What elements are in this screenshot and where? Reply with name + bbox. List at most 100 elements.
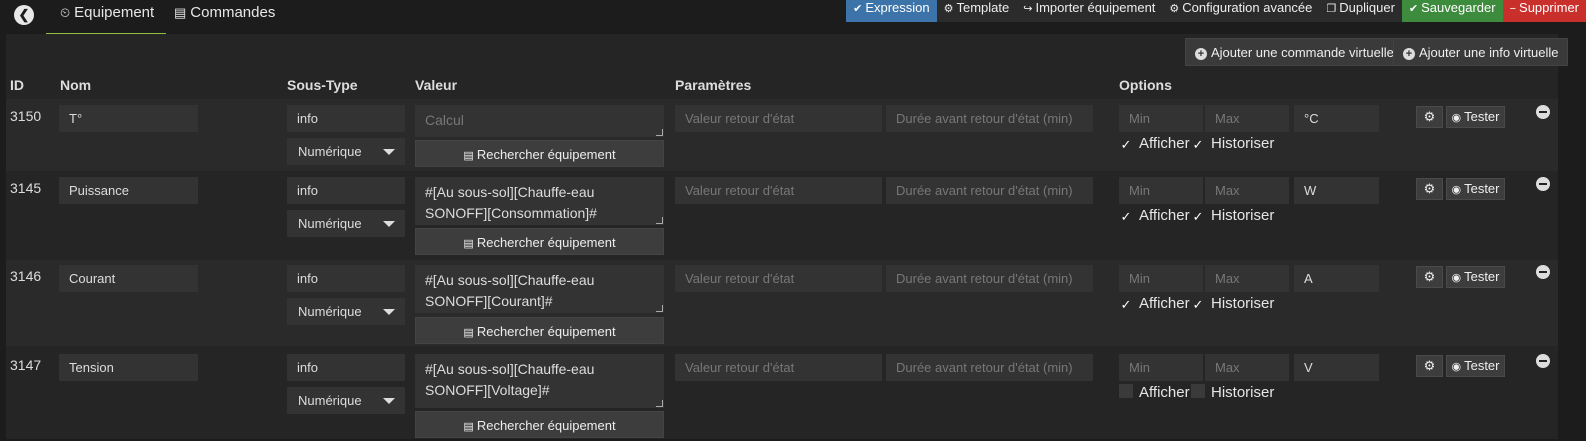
afficher-checkbox[interactable]: ✓ Afficher [1119,207,1190,224]
historiser-checkbox[interactable]: ✓ Historiser [1191,295,1275,312]
select-value: Numérique [298,144,362,159]
button-label: Template [956,0,1010,15]
configure-button[interactable]: ⚙ [1416,106,1443,128]
value-textarea[interactable]: #[Au sous-sol][Chauffe-eau SONOFF][Volta… [415,354,664,408]
template-button[interactable]: ⚙ Template [936,0,1017,22]
checkbox-label: Afficher [1139,295,1190,312]
max-field[interactable]: Max [1205,265,1289,292]
return-delay-field[interactable]: Durée avant retour d'état (min) [886,105,1093,132]
type-field[interactable]: info [287,177,405,204]
rechercher-equipement-button[interactable]: ▤ Rechercher équipement [415,140,664,167]
header-valeur: Valeur [415,77,458,93]
remove-row-icon[interactable] [1536,177,1550,191]
min-field[interactable]: Min [1119,105,1203,132]
tab-equipement[interactable]: ⏲ Equipement [46,0,166,34]
type-field[interactable]: info [287,105,405,132]
rss-icon: ◉ [1451,112,1462,124]
unit-field[interactable]: W [1294,177,1379,204]
name-field[interactable]: T° [59,105,198,132]
historiser-checkbox[interactable]: Historiser [1191,384,1274,401]
configuration-avancee-button[interactable]: ⚙ Configuration avancée [1162,0,1320,22]
configure-button[interactable]: ⚙ [1416,266,1443,288]
unit-field[interactable]: V [1294,354,1379,381]
rechercher-equipement-button[interactable]: ▤ Rechercher équipement [415,317,664,344]
return-delay-field[interactable]: Durée avant retour d'état (min) [886,354,1093,381]
max-field[interactable]: Max [1205,354,1289,381]
max-field[interactable]: Max [1205,105,1289,132]
historiser-checkbox[interactable]: ✓ Historiser [1191,135,1275,152]
value-textarea[interactable]: #[Au sous-sol][Chauffe-eau SONOFF][Conso… [415,177,664,225]
type-field[interactable]: info [287,354,405,381]
header-parametres: Paramètres [675,77,752,93]
return-delay-field[interactable]: Durée avant retour d'état (min) [886,177,1093,204]
check-circle-icon: ✔ [1408,3,1419,15]
caret-down-icon [383,149,395,155]
tester-button[interactable]: ◉ Tester [1446,178,1505,200]
subtype-select[interactable]: Numérique [287,387,405,414]
rss-icon: ◉ [1451,184,1462,196]
configure-button[interactable]: ⚙ [1416,178,1443,200]
max-field[interactable]: Max [1205,177,1289,204]
return-value-field[interactable]: Valeur retour d'état [675,354,882,381]
cogs-icon: ⚙ [1423,269,1436,284]
resize-handle-icon[interactable] [656,400,663,407]
return-value-field[interactable]: Valeur retour d'état [675,265,882,292]
remove-row-icon[interactable] [1536,354,1550,368]
button-label: Rechercher équipement [476,324,616,339]
unit-field[interactable]: °C [1294,105,1379,132]
afficher-checkbox[interactable]: Afficher [1119,384,1190,401]
historiser-checkbox[interactable]: ✓ Historiser [1191,207,1275,224]
afficher-checkbox[interactable]: ✓ Afficher [1119,135,1190,152]
top-bar: ❮ ⏲ Equipement ▤ Commandes ✔ Expression ⚙ Te… [0,0,1586,34]
return-delay-field[interactable]: Durée avant retour d'état (min) [886,265,1093,292]
add-virtual-command-button[interactable]: + Ajouter une commande virtuelle [1185,38,1404,66]
resize-handle-icon[interactable] [656,305,663,312]
return-value-field[interactable]: Valeur retour d'état [675,105,882,132]
minus-circle-icon: − [1509,3,1517,15]
configure-button[interactable]: ⚙ [1416,355,1443,377]
button-label: Configuration avancée [1182,0,1313,15]
value-textarea[interactable]: #[Au sous-sol][Chauffe-eau SONOFF][Coura… [415,265,664,313]
value-textarea[interactable]: Calcul [415,105,664,137]
dupliquer-button[interactable]: ❐ Dupliquer [1319,0,1402,22]
checkbox-label: Afficher [1139,135,1190,152]
name-field[interactable]: Tension [59,354,198,381]
checkbox-empty-icon [1119,384,1133,398]
remove-row-icon[interactable] [1536,105,1550,119]
list-icon: ▤ [463,327,474,339]
subtype-select[interactable]: Numérique [287,138,405,165]
expression-button[interactable]: ✔ Expression [846,0,937,22]
type-field[interactable]: info [287,265,405,292]
tester-button[interactable]: ◉ Tester [1446,355,1505,377]
return-value-field[interactable]: Valeur retour d'état [675,177,882,204]
check-icon: ✓ [1120,137,1132,152]
check-icon: ✓ [1120,209,1132,224]
rechercher-equipement-button[interactable]: ▤ Rechercher équipement [415,411,664,438]
tab-commandes[interactable]: ▤ Commandes [160,0,276,34]
resize-handle-icon[interactable] [656,129,663,136]
subtype-select[interactable]: Numérique [287,298,405,325]
name-field[interactable]: Puissance [59,177,198,204]
add-virtual-info-button[interactable]: + Ajouter une info virtuelle [1393,38,1569,66]
subtype-select[interactable]: Numérique [287,210,405,237]
afficher-checkbox[interactable]: ✓ Afficher [1119,295,1190,312]
tab-label: Commandes [190,4,276,21]
list-icon: ▤ [174,5,187,20]
importer-equipement-button[interactable]: ↪ Importer équipement [1016,0,1163,22]
tester-button[interactable]: ◉ Tester [1446,106,1505,128]
check-icon: ✓ [1192,137,1204,152]
resize-handle-icon[interactable] [656,217,663,224]
back-arrow-icon[interactable]: ❮ [14,5,34,25]
rechercher-equipement-button[interactable]: ▤ Rechercher équipement [415,228,664,255]
list-icon: ▤ [463,238,474,250]
min-field[interactable]: Min [1119,354,1203,381]
min-field[interactable]: Min [1119,265,1203,292]
tester-button[interactable]: ◉ Tester [1446,266,1505,288]
supprimer-button[interactable]: − Supprimer [1502,0,1586,22]
min-field[interactable]: Min [1119,177,1203,204]
unit-field[interactable]: A [1294,265,1379,292]
sauvegarder-button[interactable]: ✔ Sauvegarder [1401,0,1503,22]
row-id: 3146 [10,268,42,284]
name-field[interactable]: Courant [59,265,198,292]
remove-row-icon[interactable] [1536,265,1550,279]
